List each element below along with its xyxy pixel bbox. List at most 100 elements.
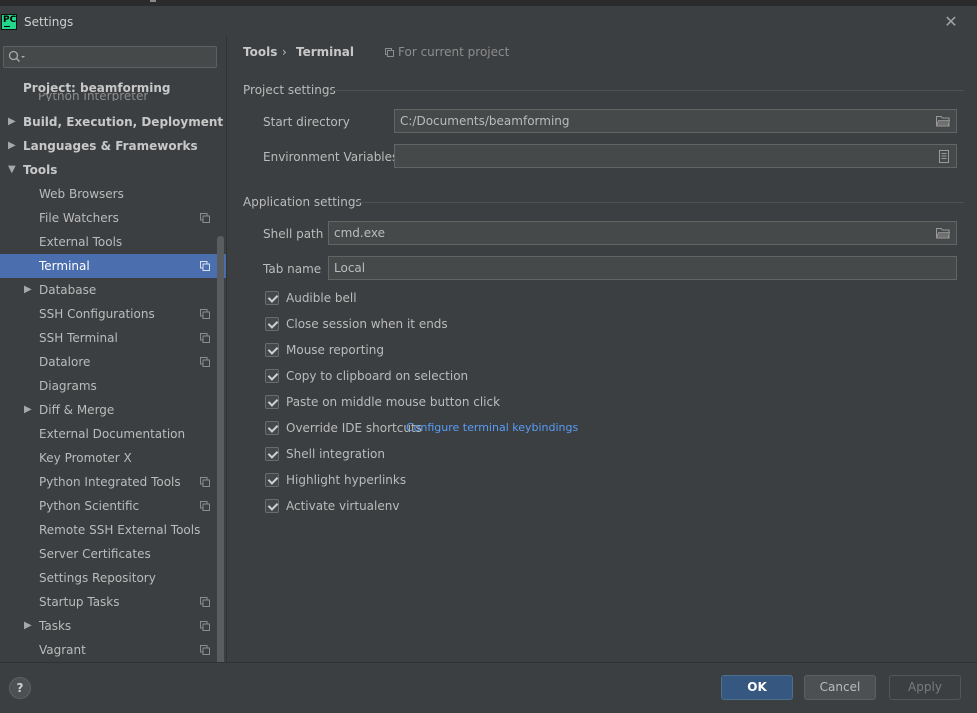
collapsed-arrow-icon[interactable]: ▶ bbox=[24, 614, 32, 638]
sidebar-item-label: External Tools bbox=[39, 235, 123, 249]
configure-keybindings-link[interactable]: Configure terminal keybindings bbox=[406, 419, 578, 437]
checkbox-label: Mouse reporting bbox=[286, 343, 384, 357]
breadcrumb-tools[interactable]: Tools bbox=[243, 45, 277, 59]
sidebar-item-label: Remote SSH External Tools bbox=[39, 523, 201, 537]
title-bar: PC Settings ✕ bbox=[0, 6, 977, 36]
sidebar-item-diagrams[interactable]: Diagrams bbox=[0, 374, 226, 398]
sidebar-item-label: Python Scientific bbox=[39, 499, 140, 513]
checkmark-icon[interactable] bbox=[265, 473, 279, 487]
start-directory-label: Start directory bbox=[263, 115, 350, 129]
checkbox-label: Close session when it ends bbox=[286, 317, 448, 331]
sidebar-item-languages-frameworks[interactable]: ▶ Languages & Frameworks bbox=[0, 134, 226, 158]
sidebar-item-ssh-configurations[interactable]: SSH Configurations bbox=[0, 302, 226, 326]
checkbox-label: Activate virtualenv bbox=[286, 499, 400, 513]
window-edge-mark bbox=[150, 0, 156, 2]
project-scope-icon bbox=[200, 261, 210, 271]
project-scope-icon bbox=[200, 357, 210, 367]
application-settings-heading: Application settings bbox=[243, 195, 362, 209]
collapsed-arrow-icon[interactable]: ▶ bbox=[8, 134, 16, 158]
sidebar-item-label: Database bbox=[39, 283, 97, 297]
sidebar-item-tasks[interactable]: ▶ Tasks bbox=[0, 614, 226, 638]
collapsed-arrow-icon[interactable]: ▶ bbox=[24, 398, 32, 422]
search-field[interactable] bbox=[3, 46, 217, 68]
folder-icon[interactable] bbox=[936, 227, 950, 239]
sidebar-item-label: Web Browsers bbox=[39, 187, 124, 201]
sidebar-item-terminal[interactable]: Terminal bbox=[0, 254, 226, 278]
sidebar-item-label: Terminal bbox=[39, 259, 90, 273]
search-input[interactable] bbox=[28, 49, 212, 67]
collapsed-arrow-icon[interactable]: ▶ bbox=[24, 278, 32, 302]
folder-icon[interactable] bbox=[936, 115, 950, 127]
checkbox-label: Shell integration bbox=[286, 447, 386, 461]
checkmark-icon[interactable] bbox=[265, 291, 279, 305]
checkbox-label: Audible bell bbox=[286, 291, 357, 305]
sidebar-item-tools[interactable]: ▼ Tools bbox=[0, 158, 226, 182]
sidebar-item-label: Diagrams bbox=[39, 379, 97, 393]
sidebar-item-remote-ssh-external-tools[interactable]: Remote SSH External Tools bbox=[0, 518, 226, 542]
sidebar-item-file-watchers[interactable]: File Watchers bbox=[0, 206, 226, 230]
sidebar-item-web-browsers[interactable]: Web Browsers bbox=[0, 182, 226, 206]
expanded-arrow-icon[interactable]: ▼ bbox=[8, 158, 16, 182]
partial-item-python-interpreter[interactable]: Python Interpreter bbox=[38, 93, 148, 101]
sidebar-item-label: SSH Terminal bbox=[39, 331, 118, 345]
environment-variables-label: Environment Variables bbox=[263, 150, 399, 164]
help-button[interactable]: ? bbox=[9, 677, 31, 699]
sidebar-item-label: Diff & Merge bbox=[39, 403, 115, 417]
sidebar-item-label: Python Integrated Tools bbox=[39, 475, 181, 489]
checkbox-label: Paste on middle mouse button click bbox=[286, 395, 501, 409]
sidebar-item-label: Tasks bbox=[39, 619, 72, 633]
checkmark-icon[interactable] bbox=[265, 421, 279, 435]
checkmark-icon[interactable] bbox=[265, 369, 279, 383]
sidebar-item-datalore[interactable]: Datalore bbox=[0, 350, 226, 374]
checkbox-label: Copy to clipboard on selection bbox=[286, 369, 469, 383]
sidebar-item-external-documentation[interactable]: External Documentation bbox=[0, 422, 226, 446]
shell-path-field[interactable]: cmd.exe bbox=[328, 221, 957, 245]
cancel-button[interactable]: Cancel bbox=[804, 675, 876, 700]
checkmark-icon[interactable] bbox=[265, 447, 279, 461]
environment-variables-field[interactable] bbox=[394, 144, 957, 168]
sidebar-item-python-scientific[interactable]: Python Scientific bbox=[0, 494, 226, 518]
sidebar-item-label: Server Certificates bbox=[39, 547, 151, 561]
start-directory-field[interactable]: C:/Documents/beamforming bbox=[394, 109, 957, 133]
shell-path-label: Shell path bbox=[263, 227, 324, 241]
section-divider bbox=[330, 90, 964, 91]
project-scope-icon bbox=[200, 333, 210, 343]
tab-name-field[interactable]: Local bbox=[328, 256, 957, 280]
apply-button[interactable]: Apply bbox=[889, 675, 961, 700]
breadcrumb-terminal: Terminal bbox=[296, 45, 355, 59]
sidebar-item-key-promoter-x[interactable]: Key Promoter X bbox=[0, 446, 226, 470]
project-scope-icon bbox=[200, 477, 210, 487]
ok-button[interactable]: OK bbox=[721, 675, 793, 700]
sidebar-item-database[interactable]: ▶ Database bbox=[0, 278, 226, 302]
checkmark-icon[interactable] bbox=[265, 317, 279, 331]
sidebar-item-ssh-terminal[interactable]: SSH Terminal bbox=[0, 326, 226, 350]
sidebar-item-label: Languages & Frameworks bbox=[23, 139, 198, 153]
sidebar-item-build-execution-deployment[interactable]: ▶ Build, Execution, Deployment bbox=[0, 110, 226, 134]
project-scope-icon bbox=[200, 213, 210, 223]
project-scope-icon bbox=[200, 597, 210, 607]
project-scope-icon bbox=[200, 645, 210, 655]
sidebar-item-vagrant[interactable]: Vagrant bbox=[0, 638, 226, 662]
sidebar-item-startup-tasks[interactable]: Startup Tasks bbox=[0, 590, 226, 614]
scope-label: For current project bbox=[398, 45, 510, 59]
sidebar-item-python-integrated-tools[interactable]: Python Integrated Tools bbox=[0, 470, 226, 494]
sidebar-item-server-certificates[interactable]: Server Certificates bbox=[0, 542, 226, 566]
checkmark-icon[interactable] bbox=[265, 343, 279, 357]
sidebar-item-label: Settings Repository bbox=[39, 571, 156, 585]
checkmark-icon[interactable] bbox=[265, 395, 279, 409]
close-icon[interactable]: ✕ bbox=[942, 13, 960, 31]
collapsed-arrow-icon[interactable]: ▶ bbox=[8, 110, 16, 134]
sidebar-item-label: Startup Tasks bbox=[39, 595, 120, 609]
edit-list-icon[interactable] bbox=[938, 150, 950, 163]
tab-name-label: Tab name bbox=[263, 262, 322, 276]
project-scope-icon bbox=[200, 621, 210, 631]
project-scope-icon bbox=[200, 501, 210, 511]
sidebar-item-label: Datalore bbox=[39, 355, 91, 369]
sidebar-item-diff-merge[interactable]: ▶ Diff & Merge bbox=[0, 398, 226, 422]
project-settings-heading: Project settings bbox=[243, 83, 336, 97]
sidebar-scrollbar[interactable] bbox=[217, 236, 224, 662]
sidebar-item-external-tools[interactable]: External Tools bbox=[0, 230, 226, 254]
checkmark-icon[interactable] bbox=[265, 499, 279, 513]
shell-path-value: cmd.exe bbox=[334, 226, 386, 240]
sidebar-item-settings-repository[interactable]: Settings Repository bbox=[0, 566, 226, 590]
